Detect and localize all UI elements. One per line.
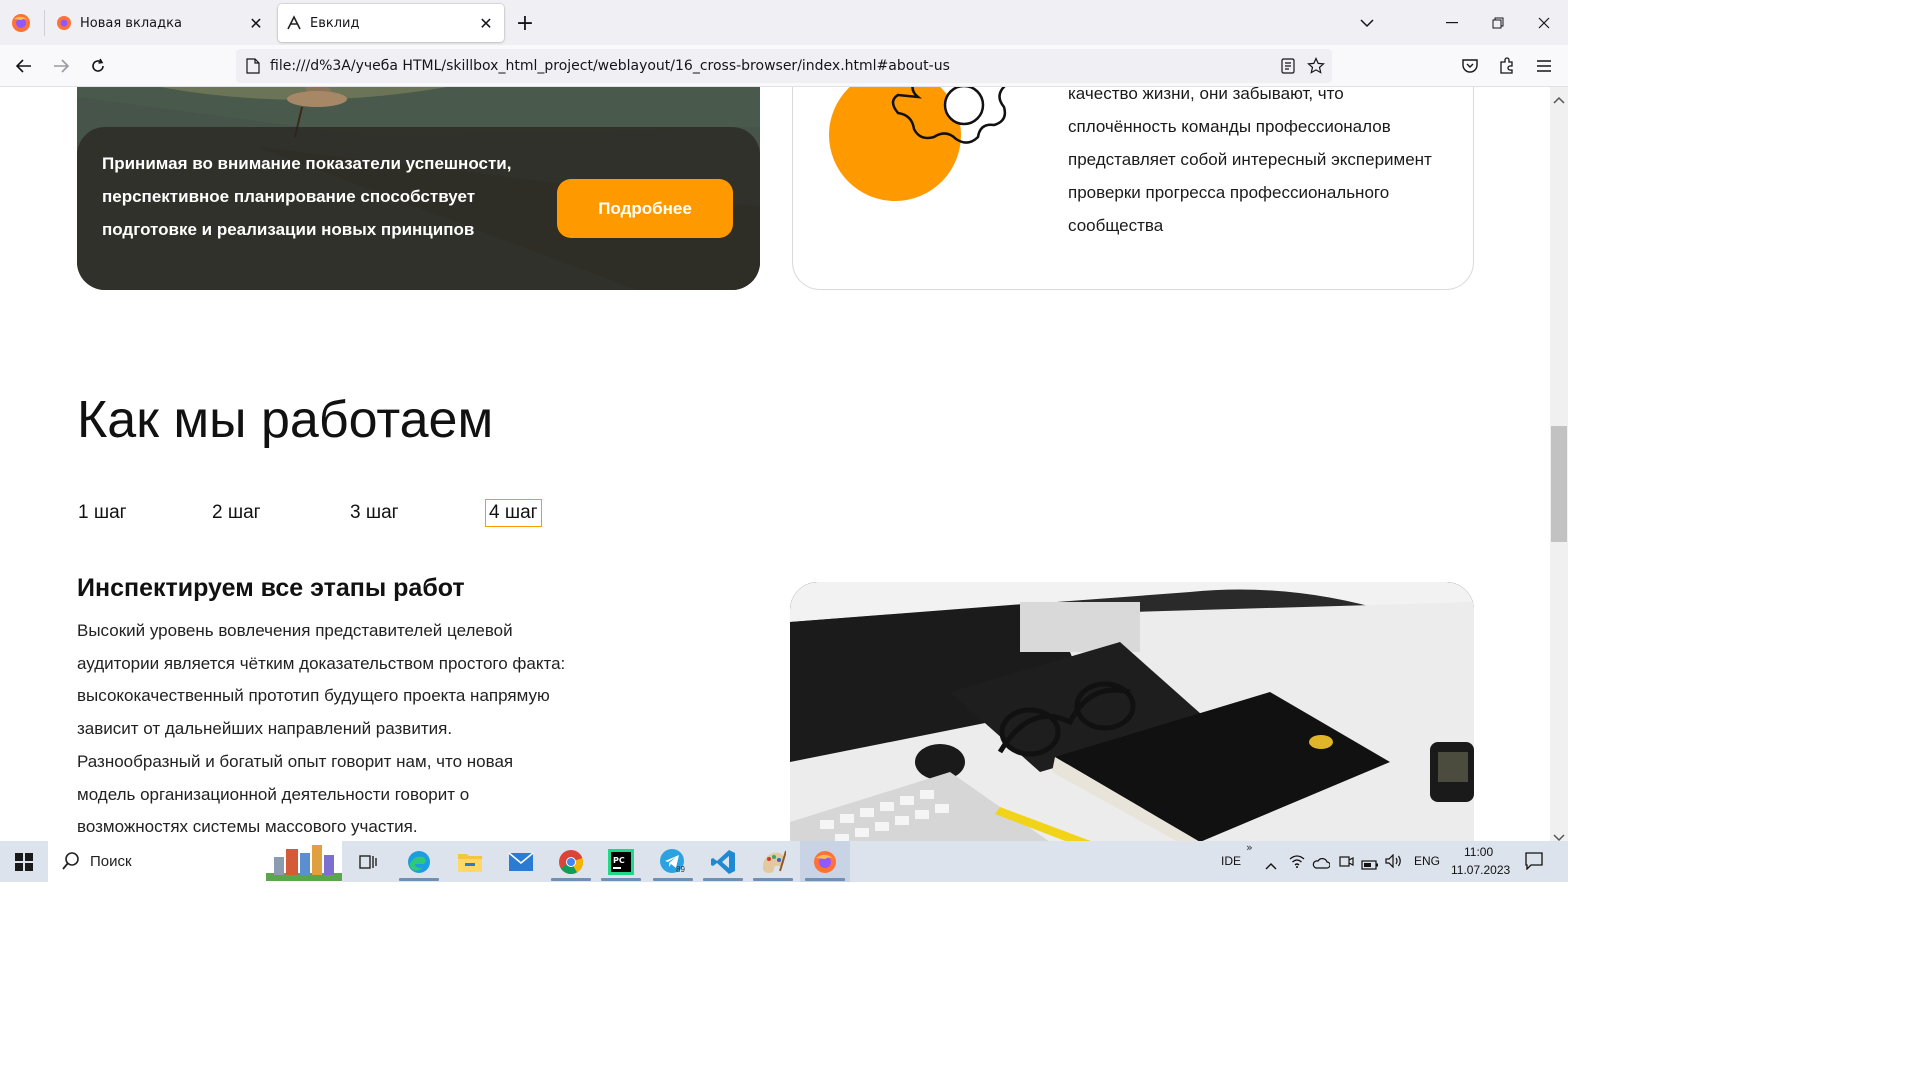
tab-label: Евклид — [310, 15, 360, 31]
steps-tabs: 1 шаг 2 шаг 3 шаг 4 шаг — [77, 499, 577, 529]
taskbar-search-box[interactable]: Поиск — [48, 841, 342, 882]
reader-view-icon[interactable] — [1280, 58, 1296, 78]
task-view-icon[interactable] — [346, 841, 388, 882]
ide-overflow-chevron-icon[interactable]: » — [1246, 841, 1253, 854]
forward-arrow-icon[interactable] — [45, 50, 77, 82]
running-indicator — [753, 878, 793, 881]
info-text: качество жизни, они забывают, что сплочё… — [1068, 87, 1432, 235]
windows-taskbar: Поиск PC 89 » IDE ENG 11:00 11.07.2023 — [0, 841, 1568, 882]
reload-icon[interactable] — [82, 50, 114, 82]
pocket-icon[interactable] — [1454, 50, 1486, 82]
tab-step-4[interactable]: 4 шаг — [485, 499, 542, 527]
search-icon — [62, 852, 80, 874]
page-file-icon — [246, 58, 260, 78]
tray-time[interactable]: 11:00 — [1464, 845, 1493, 859]
tray-ide-label[interactable]: IDE — [1221, 854, 1241, 868]
new-tab-plus-icon[interactable]: + — [512, 10, 538, 36]
tab-step-2[interactable]: 2 шаг — [208, 499, 265, 527]
windows-start-icon[interactable] — [0, 841, 48, 882]
vscode-icon[interactable] — [702, 841, 744, 882]
running-indicator — [805, 878, 845, 881]
workspace-photo — [790, 582, 1474, 841]
telegram-icon[interactable]: 89 — [652, 841, 694, 882]
firefox-taskbar-icon[interactable] — [800, 841, 850, 882]
url-text: file:///d%3A/учеба HTML/skillbox_html_pr… — [270, 58, 950, 74]
paint-icon[interactable] — [752, 841, 794, 882]
tab-step-1[interactable]: 1 шаг — [74, 499, 131, 527]
search-highlight-city-icon — [266, 843, 342, 885]
browser-nav-bar: file:///d%3A/учеба HTML/skillbox_html_pr… — [0, 45, 1568, 87]
hamburger-menu-icon[interactable] — [1528, 50, 1560, 82]
scrollbar-thumb[interactable] — [1551, 426, 1567, 542]
running-indicator — [703, 878, 743, 881]
scroll-up-arrow-icon[interactable] — [1553, 90, 1565, 104]
wifi-icon[interactable] — [1289, 853, 1305, 872]
chrome-icon[interactable] — [550, 841, 592, 882]
close-window-icon[interactable] — [1521, 0, 1567, 45]
onedrive-cloud-icon[interactable] — [1312, 854, 1331, 873]
running-indicator — [601, 878, 641, 881]
tab-step-3[interactable]: 3 шаг — [346, 499, 403, 527]
step-heading: Инспектируем все этапы работ — [77, 574, 465, 602]
browser-tab-bar: Новая вкладка ✕ Евклид ✕ + — [0, 0, 1568, 45]
search-label: Поиск — [90, 853, 132, 870]
svg-text:PC: PC — [613, 856, 625, 865]
step-text: Высокий уровень вовлечения представителе… — [77, 621, 566, 837]
back-arrow-icon[interactable] — [8, 50, 40, 82]
meet-camera-icon[interactable] — [1338, 853, 1354, 872]
close-tab-icon[interactable]: ✕ — [474, 11, 498, 35]
battery-icon[interactable] — [1361, 855, 1379, 874]
tab-evklid[interactable]: Евклид ✕ — [278, 4, 504, 42]
close-tab-icon[interactable]: ✕ — [244, 11, 268, 35]
volume-icon[interactable] — [1385, 853, 1403, 872]
file-explorer-icon[interactable] — [449, 841, 491, 882]
tab-separator — [44, 10, 45, 36]
restore-window-icon[interactable] — [1475, 0, 1521, 45]
running-indicator — [551, 878, 591, 881]
running-indicator — [653, 878, 693, 881]
more-button[interactable]: Подробнее — [557, 179, 733, 238]
hero-text: Принимая во внимание показатели успешнос… — [102, 154, 512, 239]
tray-date[interactable]: 11.07.2023 — [1451, 863, 1510, 877]
tray-expand-chevron-icon[interactable] — [1265, 855, 1277, 874]
page-viewport: Принимая во внимание показатели успешнос… — [0, 87, 1550, 841]
extensions-puzzle-icon[interactable] — [1491, 50, 1523, 82]
scroll-down-arrow-icon[interactable] — [1553, 828, 1565, 842]
tab-label: Новая вкладка — [80, 15, 182, 31]
telegram-badge: 89 — [676, 865, 685, 874]
list-all-tabs-chevron-icon[interactable] — [1344, 0, 1390, 45]
pycharm-icon[interactable]: PC — [600, 841, 642, 882]
tray-language[interactable]: ENG — [1414, 854, 1440, 868]
url-bar[interactable]: file:///d%3A/учеба HTML/skillbox_html_pr… — [236, 49, 1332, 83]
info-card: качество жизни, они забывают, что сплочё… — [792, 87, 1474, 290]
firefox-menu-icon[interactable] — [10, 12, 32, 34]
tab-new-tab[interactable]: Новая вкладка ✕ — [48, 4, 274, 42]
minimize-window-icon[interactable] — [1429, 0, 1475, 45]
notification-center-icon[interactable] — [1525, 852, 1543, 874]
hero-card: Принимая во внимание показатели успешнос… — [77, 87, 760, 290]
edge-icon[interactable] — [398, 841, 440, 882]
gear-illustration-icon — [829, 87, 1007, 201]
hero-overlay: Принимая во внимание показатели успешнос… — [77, 127, 760, 290]
site-favicon-icon — [286, 15, 302, 31]
bookmark-star-icon[interactable] — [1307, 57, 1325, 79]
running-indicator — [399, 878, 439, 881]
firefox-icon — [56, 15, 72, 31]
mail-icon[interactable] — [500, 841, 542, 882]
section-title: Как мы работаем — [77, 391, 494, 449]
